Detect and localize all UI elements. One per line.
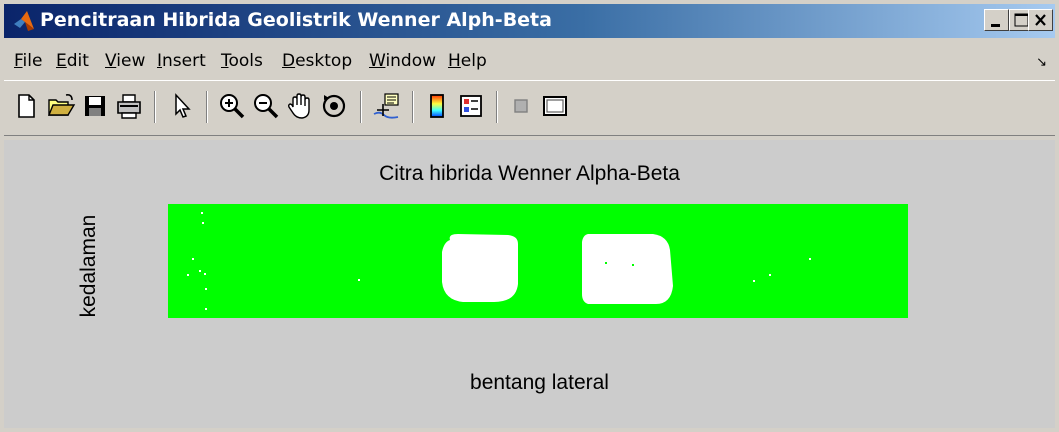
hide-plot-tools-button[interactable] — [504, 89, 538, 123]
pan-hand-icon — [287, 93, 310, 119]
new-file-icon — [18, 94, 35, 118]
data-cursor-icon — [373, 93, 399, 119]
open-file-button[interactable] — [44, 89, 78, 123]
save-button[interactable] — [78, 89, 112, 123]
toolbar-separator — [412, 91, 414, 123]
menu-help[interactable]: Help — [448, 51, 487, 71]
menu-insert[interactable]: Insert — [157, 51, 206, 71]
data-cursor-button[interactable] — [370, 89, 404, 123]
toolbar-separator — [496, 91, 498, 123]
menu-desktop[interactable]: Desktop — [282, 51, 352, 71]
title-bar[interactable]: Pencitraan Hibrida Geolistrik Wenner Alp… — [4, 4, 1055, 38]
y-axis-label: kedalaman — [77, 214, 100, 318]
minimize-icon — [991, 24, 1000, 27]
plot-title: Citra hibrida Wenner Alpha-Beta — [379, 162, 680, 185]
menu-tools[interactable]: Tools — [221, 51, 263, 71]
zoom-in-icon — [220, 94, 245, 119]
hybrid-image — [168, 204, 908, 318]
x-axis-label: bentang lateral — [470, 371, 609, 394]
dock-arrow-icon[interactable]: ↘ — [1036, 54, 1047, 70]
legend-icon — [460, 95, 482, 117]
show-plot-tools-icon — [543, 96, 567, 116]
image-white-blob-2 — [582, 234, 673, 304]
insert-colorbar-button[interactable] — [420, 89, 454, 123]
matlab-figure-window: Pencitraan Hibrida Geolistrik Wenner Alp… — [0, 0, 1059, 432]
image-white-blob-1 — [442, 234, 518, 302]
zoom-out-button[interactable] — [249, 89, 283, 123]
toolbar-separator — [154, 91, 156, 123]
zoom-out-icon — [254, 94, 279, 119]
menu-window[interactable]: Window — [369, 51, 436, 71]
pointer-icon — [175, 93, 191, 118]
show-plot-tools-button[interactable] — [538, 89, 572, 123]
window-title: Pencitraan Hibrida Geolistrik Wenner Alp… — [40, 9, 552, 31]
pointer-button[interactable] — [164, 89, 198, 123]
new-file-button[interactable] — [10, 89, 44, 123]
close-icon — [1035, 14, 1046, 26]
save-icon — [85, 96, 105, 116]
print-icon — [117, 94, 141, 119]
toolbar-separator — [206, 91, 208, 123]
minimize-button[interactable] — [984, 9, 1009, 31]
close-button[interactable] — [1028, 9, 1053, 31]
menu-file[interactable]: File — [14, 51, 42, 71]
rotate-3d-icon — [322, 94, 346, 118]
toolbar-separator — [360, 91, 362, 123]
menu-view[interactable]: View — [105, 51, 145, 71]
colorbar-icon — [430, 94, 444, 118]
open-folder-icon — [47, 94, 76, 116]
rotate-3d-button[interactable] — [317, 89, 351, 123]
pan-button[interactable] — [283, 89, 317, 123]
print-button[interactable] — [112, 89, 146, 123]
image-green-background — [168, 204, 908, 318]
menu-edit[interactable]: Edit — [56, 51, 89, 71]
matlab-logo-icon — [14, 11, 34, 31]
figure-canvas: Citra hibrida Wenner Alpha-Beta kedalama… — [4, 140, 1055, 428]
menu-bar: File Edit View Insert Tools Desktop Wind… — [4, 42, 1055, 78]
zoom-in-button[interactable] — [215, 89, 249, 123]
figure-toolbar — [4, 80, 1055, 136]
hide-plot-tools-icon — [514, 99, 528, 113]
insert-legend-button[interactable] — [454, 89, 488, 123]
